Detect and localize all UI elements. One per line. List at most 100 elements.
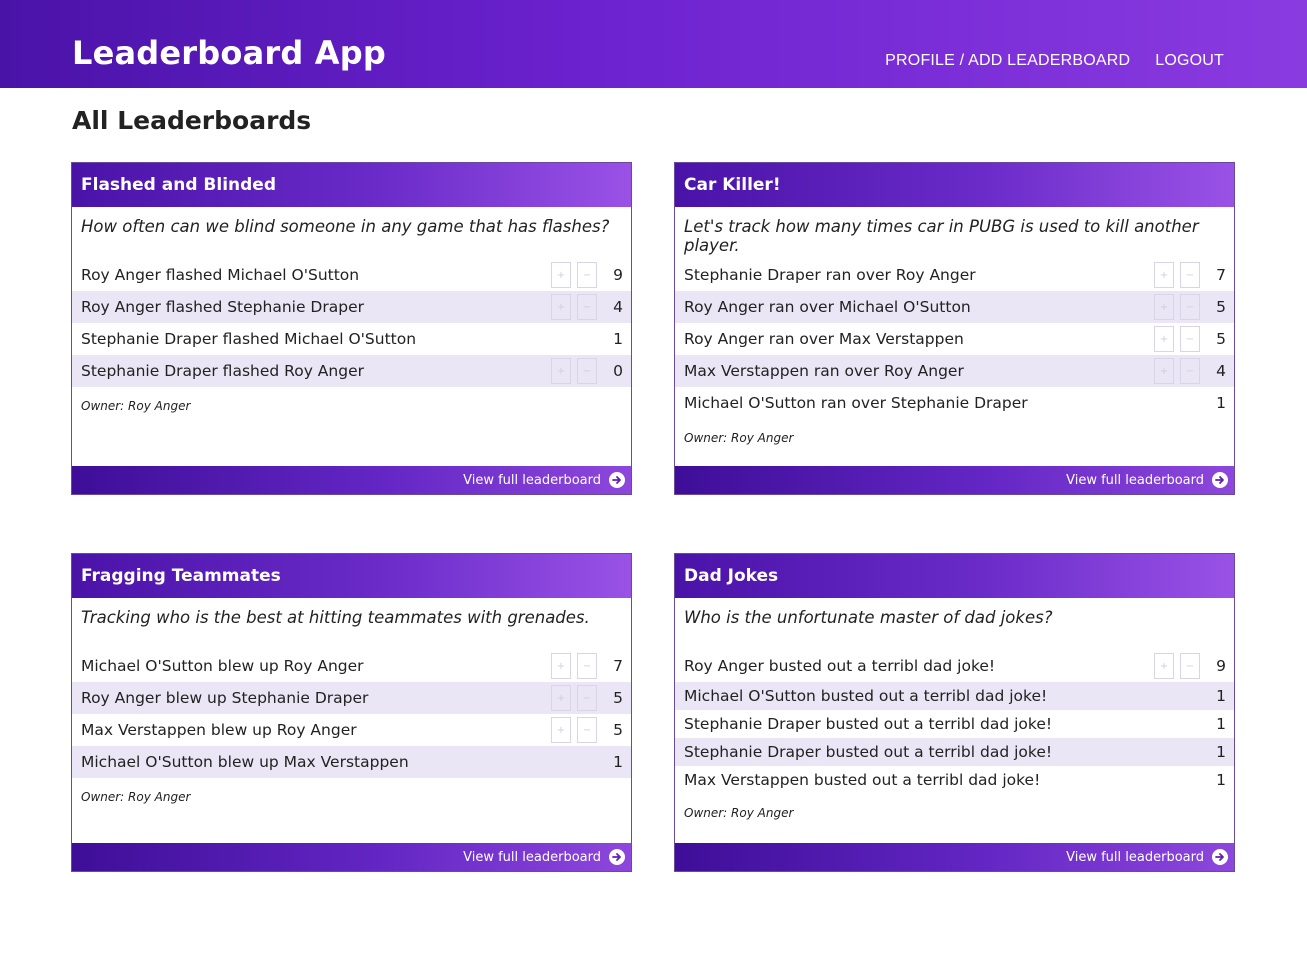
entry-score: 9 [1216, 657, 1226, 675]
score-controls: + − [1154, 326, 1200, 352]
decrement-button[interactable]: − [577, 294, 597, 320]
app-title[interactable]: Leaderboard App [72, 34, 386, 72]
entry-label: Stephanie Draper ran over Roy Anger [684, 266, 976, 284]
entry-label: Michael O'Sutton ran over Stephanie Drap… [684, 394, 1028, 412]
view-full-leaderboard-label: View full leaderboard [463, 849, 601, 865]
entry-label: Roy Anger ran over Michael O'Sutton [684, 298, 971, 316]
card-footer: View full leaderboard [72, 466, 631, 494]
entry-score: 4 [613, 298, 623, 316]
leaderboard-entry-row: Max Verstappen ran over Roy Anger + −4 [675, 355, 1234, 387]
decrement-button[interactable]: − [577, 717, 597, 743]
card-footer: View full leaderboard [675, 466, 1234, 494]
increment-button[interactable]: + [1154, 294, 1174, 320]
decrement-button[interactable]: − [1180, 326, 1200, 352]
increment-button[interactable]: + [1154, 262, 1174, 288]
decrement-button[interactable]: − [1180, 653, 1200, 679]
card-footer: View full leaderboard [675, 843, 1234, 871]
leaderboard-description: Tracking who is the best at hitting team… [81, 608, 590, 627]
entry-score: 1 [1216, 715, 1226, 733]
view-full-leaderboard-link[interactable]: View full leaderboard [1066, 849, 1228, 865]
view-full-leaderboard-link[interactable]: View full leaderboard [463, 472, 625, 488]
decrement-button[interactable]: − [1180, 262, 1200, 288]
increment-button[interactable]: + [551, 653, 571, 679]
leaderboard-entry-row: Stephanie Draper flashed Michael O'Sutto… [72, 323, 631, 355]
entry-score: 4 [1216, 362, 1226, 380]
increment-button[interactable]: + [551, 685, 571, 711]
leaderboard-entry-row: Roy Anger flashed Stephanie Draper + −4 [72, 291, 631, 323]
score-controls: + − [551, 685, 597, 711]
entry-score: 1 [1216, 743, 1226, 761]
leaderboard-entry-row: Roy Anger flashed Michael O'Sutton + −9 [72, 259, 631, 291]
decrement-button[interactable]: − [1180, 358, 1200, 384]
entry-label: Michael O'Sutton busted out a terribl da… [684, 687, 1048, 705]
entry-score: 1 [613, 330, 623, 348]
entry-label: Roy Anger busted out a terribl dad joke! [684, 657, 996, 675]
leaderboard-entry-row: Stephanie Draper ran over Roy Anger + −7 [675, 259, 1234, 291]
leaderboard-owner: Owner: Roy Anger [684, 431, 794, 445]
leaderboard-entry-row: Stephanie Draper flashed Roy Anger + −0 [72, 355, 631, 387]
entry-score: 5 [613, 689, 623, 707]
view-full-leaderboard-link[interactable]: View full leaderboard [463, 849, 625, 865]
leaderboard-entry-row: Max Verstappen busted out a terribl dad … [675, 766, 1234, 794]
leaderboard-title: Dad Jokes [675, 554, 1234, 598]
entry-score: 7 [613, 657, 623, 675]
increment-button[interactable]: + [551, 358, 571, 384]
increment-button[interactable]: + [551, 717, 571, 743]
entry-score: 1 [613, 753, 623, 771]
top-navbar: Leaderboard App PROFILE / ADD LEADERBOAR… [0, 0, 1307, 88]
entry-label: Roy Anger flashed Stephanie Draper [81, 298, 364, 316]
view-full-leaderboard-link[interactable]: View full leaderboard [1066, 472, 1228, 488]
leaderboard-description: How often can we blind someone in any ga… [81, 217, 610, 236]
increment-button[interactable]: + [551, 262, 571, 288]
entry-label: Stephanie Draper flashed Michael O'Sutto… [81, 330, 417, 348]
decrement-button[interactable]: − [577, 358, 597, 384]
leaderboard-owner: Owner: Roy Anger [81, 790, 191, 804]
leaderboard-entry-row: Michael O'Sutton blew up Max Verstappen 1 [72, 746, 631, 778]
nav-profile-add-leaderboard[interactable]: PROFILE / ADD LEADERBOARD [885, 52, 1130, 70]
increment-button[interactable]: + [1154, 358, 1174, 384]
leaderboard-entry-row: Max Verstappen blew up Roy Anger + −5 [72, 714, 631, 746]
leaderboard-card: Car Killer! Let's track how many times ca… [674, 162, 1235, 495]
decrement-button[interactable]: − [577, 653, 597, 679]
score-controls: + − [1154, 358, 1200, 384]
nav-logout[interactable]: LOGOUT [1155, 52, 1224, 70]
entry-score: 1 [1216, 394, 1226, 412]
entry-score: 9 [613, 266, 623, 284]
entry-label: Max Verstappen ran over Roy Anger [684, 362, 964, 380]
leaderboard-entry-row: Michael O'Sutton busted out a terribl da… [675, 682, 1234, 710]
entry-label: Roy Anger ran over Max Verstappen [684, 330, 964, 348]
leaderboard-entry-row: Roy Anger blew up Stephanie Draper + −5 [72, 682, 631, 714]
nav-links: PROFILE / ADD LEADERBOARD LOGOUT [885, 52, 1224, 70]
score-controls: + − [1154, 262, 1200, 288]
entry-label: Michael O'Sutton blew up Max Verstappen [81, 753, 409, 771]
entry-label: Max Verstappen busted out a terribl dad … [684, 771, 1041, 789]
view-full-leaderboard-label: View full leaderboard [1066, 472, 1204, 488]
leaderboard-description: Let's track how many times car in PUBG i… [684, 217, 1199, 255]
arrow-right-circle-icon [1212, 472, 1228, 488]
arrow-right-circle-icon [609, 849, 625, 865]
decrement-button[interactable]: − [577, 685, 597, 711]
entry-label: Michael O'Sutton blew up Roy Anger [81, 657, 364, 675]
score-controls: + − [551, 358, 597, 384]
entry-list: Roy Anger busted out a terribl dad joke!… [675, 650, 1234, 794]
leaderboard-entry-row: Roy Anger ran over Michael O'Sutton + −5 [675, 291, 1234, 323]
entry-label: Roy Anger blew up Stephanie Draper [81, 689, 369, 707]
score-controls: + − [1154, 294, 1200, 320]
leaderboard-title: Flashed and Blinded [72, 163, 631, 207]
leaderboard-entry-row: Stephanie Draper busted out a terribl da… [675, 738, 1234, 766]
increment-button[interactable]: + [1154, 326, 1174, 352]
entry-score: 1 [1216, 771, 1226, 789]
entry-list: Stephanie Draper ran over Roy Anger + −7 Ro… [675, 259, 1234, 419]
score-controls: + − [1154, 653, 1200, 679]
entry-label: Roy Anger flashed Michael O'Sutton [81, 266, 360, 284]
increment-button[interactable]: + [1154, 653, 1174, 679]
card-footer: View full leaderboard [72, 843, 631, 871]
view-full-leaderboard-label: View full leaderboard [463, 472, 601, 488]
arrow-right-circle-icon [609, 472, 625, 488]
score-controls: + − [551, 262, 597, 288]
decrement-button[interactable]: − [1180, 294, 1200, 320]
decrement-button[interactable]: − [577, 262, 597, 288]
increment-button[interactable]: + [551, 294, 571, 320]
leaderboard-entry-row: Stephanie Draper busted out a terribl da… [675, 710, 1234, 738]
leaderboard-description: Who is the unfortunate master of dad jok… [684, 608, 1053, 627]
